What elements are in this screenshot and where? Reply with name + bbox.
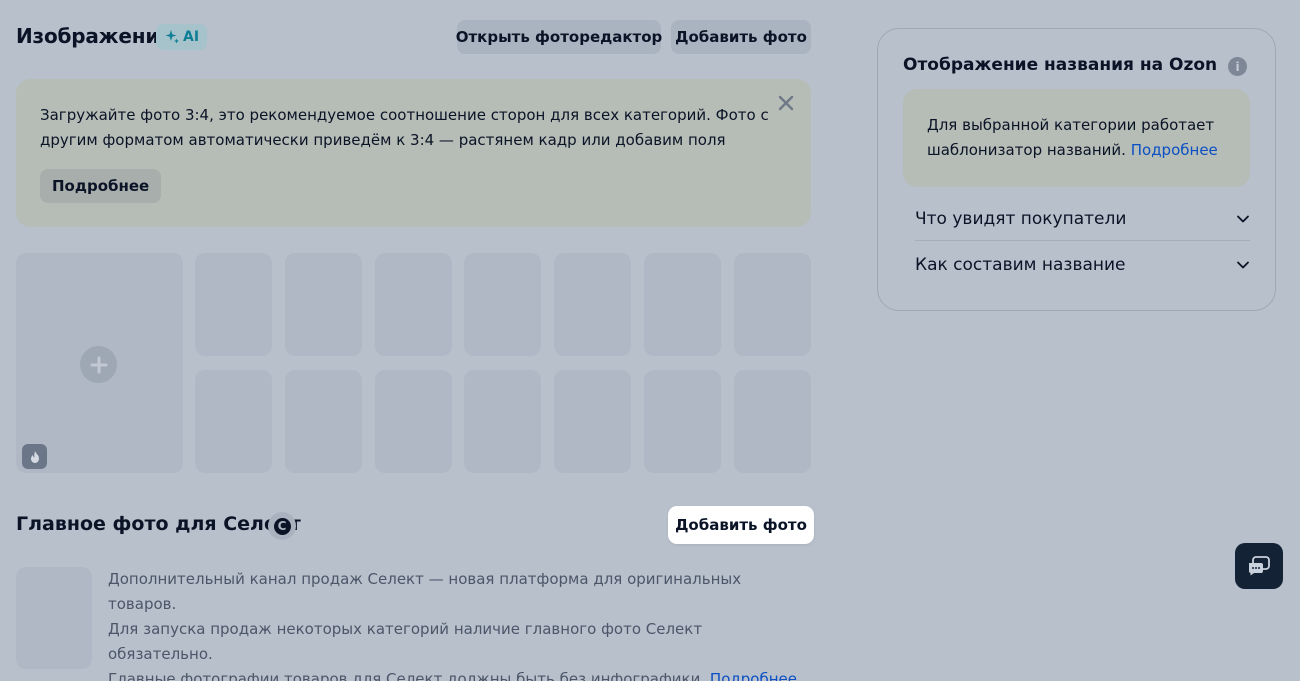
name-display-panel: Отображение названия на Ozon i Для выбра…	[877, 28, 1276, 311]
select-desc-line: Дополнительный канал продаж Селект — нов…	[108, 570, 742, 613]
panel-title: Отображение названия на Ozon	[903, 55, 1218, 75]
photo-slot[interactable]	[554, 370, 631, 473]
chevron-down-icon	[1237, 261, 1249, 269]
chat-button[interactable]	[1235, 543, 1283, 589]
add-photo-button[interactable]: Добавить фото	[671, 20, 811, 54]
select-c-icon: C	[273, 517, 291, 535]
sparkle-icon	[165, 30, 179, 44]
select-desc-text: Главные фотографии товаров для Селект до…	[108, 670, 706, 681]
close-icon[interactable]	[778, 95, 794, 111]
banner-more-button[interactable]: Подробнее	[40, 169, 162, 203]
panel-note: Для выбранной категории работает шаблони…	[903, 89, 1250, 187]
photo-slot[interactable]	[375, 370, 452, 473]
select-badge: C	[268, 512, 296, 540]
chevron-down-icon	[1237, 215, 1249, 222]
photo-slot[interactable]	[734, 253, 811, 356]
photo-slot[interactable]	[644, 253, 721, 356]
photo-slot[interactable]	[195, 370, 272, 473]
photo-slot[interactable]	[375, 253, 452, 356]
photo-slot[interactable]	[554, 253, 631, 356]
accordion-label: Как составим название	[915, 255, 1126, 275]
photo-slot[interactable]	[285, 253, 362, 356]
photo-slot[interactable]	[285, 370, 362, 473]
page: Изображения AI Открыть фоторедактор Доба…	[0, 0, 1300, 681]
main-photo-slot[interactable]	[16, 253, 183, 473]
select-photo-slot[interactable]	[16, 567, 92, 669]
accordion-label: Что увидят покупатели	[915, 208, 1127, 229]
photo-slot[interactable]	[464, 370, 541, 473]
chat-icon	[1249, 556, 1270, 576]
add-select-photo-button[interactable]: Добавить фото	[668, 506, 814, 544]
select-more-link[interactable]: Подробнее	[710, 670, 797, 681]
images-title: Изображения	[16, 24, 172, 48]
banner-text: Загружайте фото 3:4, это рекомендуемое с…	[40, 106, 769, 149]
select-description: Дополнительный канал продаж Селект — нов…	[108, 567, 808, 681]
info-icon[interactable]: i	[1228, 57, 1247, 76]
panel-more-link[interactable]: Подробнее	[1131, 141, 1218, 159]
photo-slot[interactable]	[464, 253, 541, 356]
accordion-buyers-view[interactable]: Что увидят покупатели	[915, 197, 1250, 241]
info-banner: Загружайте фото 3:4, это рекомендуемое с…	[16, 79, 811, 227]
select-desc-line: Главные фотографии товаров для Селект до…	[108, 667, 808, 681]
ai-badge-label: AI	[183, 29, 200, 45]
photo-slot[interactable]	[195, 253, 272, 356]
accordion-name-composition[interactable]: Как составим название	[915, 243, 1250, 287]
select-photo-title: Главное фото для Селект	[16, 513, 301, 535]
plus-icon[interactable]	[80, 346, 117, 383]
photo-slot[interactable]	[734, 370, 811, 473]
select-desc-line: Для запуска продаж некоторых категорий н…	[108, 620, 703, 663]
open-photo-editor-button[interactable]: Открыть фоторедактор	[456, 20, 662, 54]
ai-badge[interactable]: AI	[156, 24, 208, 50]
flame-icon	[22, 444, 47, 469]
photo-slot[interactable]	[644, 370, 721, 473]
